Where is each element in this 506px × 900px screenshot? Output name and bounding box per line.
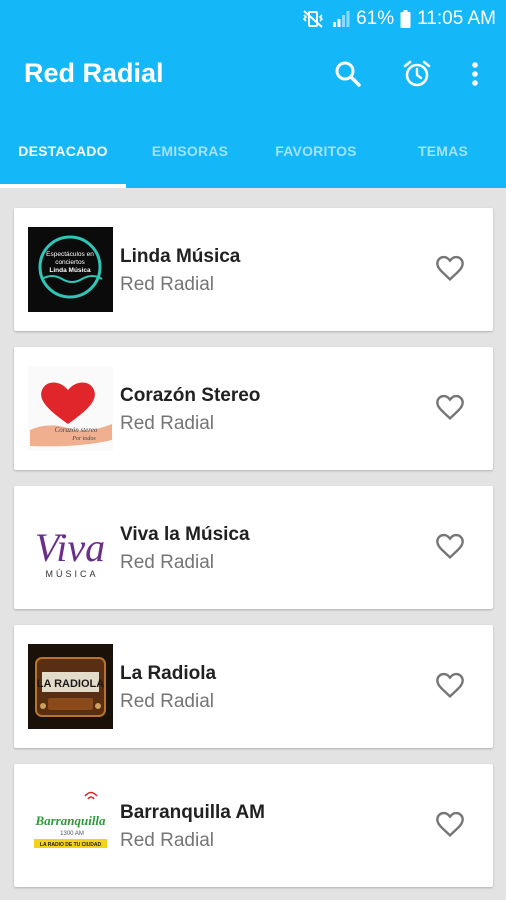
logo-text: MÚSICA (45, 569, 98, 579)
station-card[interactable]: Espectáculos en conciertos Linda Música … (14, 208, 493, 331)
tab-destacado[interactable]: DESTACADO (0, 114, 126, 188)
tab-favoritos[interactable]: FAVORITOS (253, 114, 379, 188)
station-network: Red Radial (120, 830, 214, 851)
heart-outline-icon (434, 811, 466, 844)
logo-text: Viva (35, 525, 105, 570)
search-icon (334, 60, 362, 93)
station-network: Red Radial (120, 413, 214, 434)
battery-percent: 61% (356, 8, 395, 29)
logo-text: conciertos (55, 259, 85, 266)
clock: 11:05 AM (417, 8, 496, 29)
favorite-button[interactable] (434, 530, 470, 566)
station-list: Espectáculos en conciertos Linda Música … (0, 188, 506, 900)
station-card[interactable]: Viva MÚSICA Viva la Música Red Radial (14, 486, 493, 609)
favorite-button[interactable] (434, 808, 470, 844)
station-name: Barranquilla AM (120, 802, 265, 823)
station-name: La Radiola (120, 663, 217, 684)
heart-outline-icon (434, 255, 466, 288)
status-icons: 61% 11:05 AM (300, 6, 496, 32)
tab-temas[interactable]: TEMAS (380, 114, 506, 188)
logo-text: Linda Música (49, 267, 91, 274)
station-network: Red Radial (120, 691, 214, 712)
station-logo: Barranquilla 1300 AM LA RADIO DE TU CIUD… (28, 783, 113, 868)
alarm-button[interactable] (397, 56, 437, 96)
search-button[interactable] (328, 56, 368, 96)
station-name: Corazón Stereo (120, 385, 261, 406)
station-card[interactable]: Barranquilla 1300 AM LA RADIO DE TU CIUD… (14, 764, 493, 887)
battery-icon (400, 10, 411, 28)
logo-text: LA RADIOLA (37, 678, 104, 690)
more-vert-icon (471, 61, 479, 92)
alarm-icon (402, 59, 432, 94)
tab-emisoras[interactable]: EMISORAS (127, 114, 253, 188)
favorite-button[interactable] (434, 669, 470, 705)
status-bar: 61% 11:05 AM (0, 0, 506, 38)
station-card[interactable]: LA RADIOLA La Radiola Red Radial (14, 625, 493, 748)
station-network: Red Radial (120, 552, 214, 573)
heart-outline-icon (434, 672, 466, 705)
logo-text: Barranquilla (34, 813, 106, 828)
station-card[interactable]: Corazón stereo Por todos Corazón Stereo … (14, 347, 493, 470)
logo-text: 1300 AM (60, 831, 84, 837)
app-bar: Red Radial (0, 38, 506, 114)
station-logo: Viva MÚSICA (28, 505, 113, 590)
app-title: Red Radial (24, 58, 164, 88)
logo-text: Corazón stereo (55, 426, 98, 434)
favorite-button[interactable] (434, 391, 470, 427)
station-logo: Espectáculos en conciertos Linda Música (28, 227, 113, 312)
station-logo: LA RADIOLA (28, 644, 113, 729)
station-name: Viva la Música (120, 524, 250, 545)
heart-outline-icon (434, 533, 466, 566)
logo-text: Espectáculos en (46, 251, 94, 258)
heart-outline-icon (434, 394, 466, 427)
station-network: Red Radial (120, 274, 214, 295)
overflow-menu-button[interactable] (455, 56, 495, 96)
station-logo: Corazón stereo Por todos (28, 366, 113, 451)
logo-text: Por todos (71, 436, 96, 442)
tab-bar: DESTACADO EMISORAS FAVORITOS TEMAS (0, 114, 506, 188)
vibrate-off-icon (300, 10, 326, 28)
station-name: Linda Música (120, 246, 241, 267)
logo-text: LA RADIO DE TU CIUDAD (40, 842, 102, 848)
signal-icon (332, 10, 350, 28)
favorite-button[interactable] (434, 252, 470, 288)
